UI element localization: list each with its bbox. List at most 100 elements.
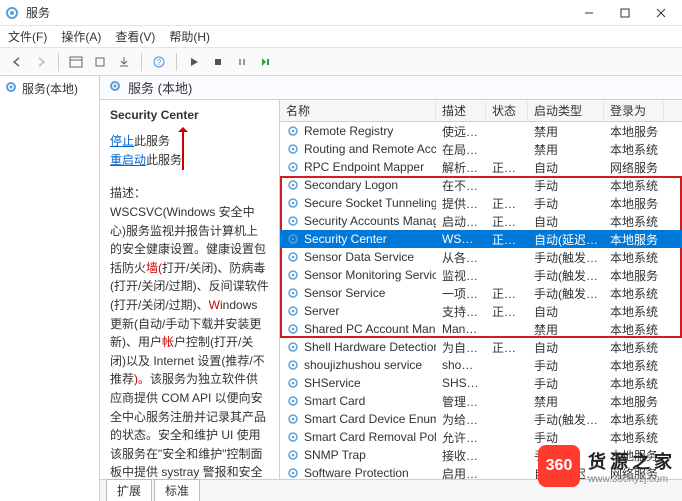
gear-icon: [286, 124, 300, 138]
service-name: SHService: [304, 376, 361, 390]
service-logon: 本地系统: [604, 357, 664, 374]
restart-link[interactable]: 重启动: [110, 153, 146, 167]
properties-button[interactable]: [65, 51, 87, 73]
col-name[interactable]: 名称: [280, 102, 436, 119]
service-desc: 一项…: [436, 285, 486, 302]
table-row[interactable]: Routing and Remote Acc…在局…禁用本地系统: [280, 140, 682, 158]
service-name: Security Center: [304, 232, 387, 246]
svg-text:?: ?: [157, 58, 162, 67]
table-row[interactable]: Sensor Service一项…正在…手动(触发…本地系统: [280, 284, 682, 302]
service-status: 正在…: [486, 339, 528, 356]
list-header: 名称 描述 状态 启动类型 登录为: [280, 100, 682, 122]
table-row[interactable]: Shell Hardware Detection为自…正在…自动本地系统: [280, 338, 682, 356]
gear-icon: [286, 304, 300, 318]
service-desc: 为给…: [436, 411, 486, 428]
table-row[interactable]: SHServiceSHS…手动本地系统: [280, 374, 682, 392]
service-name: Smart Card Device Enum…: [304, 412, 436, 426]
table-row[interactable]: Server支持…正在…自动本地系统: [280, 302, 682, 320]
service-desc: 允许…: [436, 429, 486, 446]
watermark-url: www.360hyzj.com: [588, 474, 676, 485]
pause-button[interactable]: [231, 51, 253, 73]
stop-link[interactable]: 停止: [110, 134, 134, 148]
table-row[interactable]: shoujizhushou serviceshou…手动本地系统: [280, 356, 682, 374]
service-desc: 支持…: [436, 303, 486, 320]
service-desc: 在不…: [436, 177, 486, 194]
service-start: 手动(触发…: [528, 249, 604, 266]
col-start[interactable]: 启动类型: [528, 102, 604, 119]
restart-suffix: 此服务: [146, 153, 182, 167]
service-logon: 本地系统: [604, 411, 664, 428]
service-start: 自动: [528, 303, 604, 320]
col-logon[interactable]: 登录为: [604, 102, 664, 119]
help-button[interactable]: ?: [148, 51, 170, 73]
menu-help[interactable]: 帮助(H): [169, 28, 210, 45]
detail-pane: Security Center 停止此服务 重启动此服务 描述： WSCSVC(…: [100, 100, 280, 479]
stop-button[interactable]: [207, 51, 229, 73]
service-start: 自动(延迟…: [528, 231, 604, 248]
table-row[interactable]: Smart Card管理…禁用本地服务: [280, 392, 682, 410]
gear-icon: [286, 196, 300, 210]
table-row[interactable]: Secondary Logon在不…手动本地系统: [280, 176, 682, 194]
service-logon: 本地服务: [604, 231, 664, 248]
service-name: Shared PC Account Mana…: [304, 322, 436, 336]
service-start: 手动: [528, 357, 604, 374]
table-row[interactable]: Sensor Monitoring Service监视…手动(触发…本地服务: [280, 266, 682, 284]
service-status: 正在…: [486, 231, 528, 248]
service-name: Sensor Service: [304, 286, 385, 300]
export-button[interactable]: [113, 51, 135, 73]
service-start: 自动: [528, 159, 604, 176]
service-name: RPC Endpoint Mapper: [304, 160, 424, 174]
minimize-button[interactable]: [572, 2, 606, 24]
table-row[interactable]: Smart Card Removal Poli…允许…手动本地系统: [280, 428, 682, 446]
gear-icon: [286, 358, 300, 372]
table-row[interactable]: RPC Endpoint Mapper解析…正在…自动网络服务: [280, 158, 682, 176]
gear-icon: [286, 250, 300, 264]
restart-button[interactable]: [255, 51, 277, 73]
gear-icon: [286, 322, 300, 336]
service-start: 禁用: [528, 321, 604, 338]
service-logon: 本地系统: [604, 429, 664, 446]
detail-title: Security Center: [110, 108, 269, 122]
service-logon: 本地系统: [604, 141, 664, 158]
forward-button[interactable]: [30, 51, 52, 73]
service-name: Secure Socket Tunneling …: [304, 196, 436, 210]
service-start: 禁用: [528, 123, 604, 140]
service-list[interactable]: Remote Registry使远…禁用本地服务Routing and Remo…: [280, 122, 682, 479]
tab-extended[interactable]: 扩展: [106, 479, 152, 501]
pane-header: 服务 (本地): [100, 76, 682, 100]
col-desc[interactable]: 描述: [436, 102, 486, 119]
table-row[interactable]: Smart Card Device Enum…为给…手动(触发…本地系统: [280, 410, 682, 428]
gear-icon: [286, 466, 300, 479]
table-row[interactable]: Sensor Data Service从各…手动(触发…本地系统: [280, 248, 682, 266]
menu-view[interactable]: 查看(V): [115, 28, 155, 45]
service-logon: 本地系统: [604, 213, 664, 230]
tree-pane: 服务(本地): [0, 76, 100, 501]
desc-label: 描述：: [110, 186, 146, 200]
service-desc: 接收…: [436, 447, 486, 464]
gear-icon: [108, 79, 122, 96]
table-row[interactable]: Remote Registry使远…禁用本地服务: [280, 122, 682, 140]
service-start: 自动: [528, 213, 604, 230]
maximize-button[interactable]: [608, 2, 642, 24]
service-logon: 本地服务: [604, 123, 664, 140]
watermark-badge: 360: [538, 445, 580, 487]
menu-action[interactable]: 操作(A): [61, 28, 101, 45]
start-button[interactable]: [183, 51, 205, 73]
table-row[interactable]: Secure Socket Tunneling …提供…正在…手动本地服务: [280, 194, 682, 212]
annotation-arrow: [182, 128, 184, 170]
service-status: 正在…: [486, 303, 528, 320]
close-button[interactable]: [644, 2, 678, 24]
service-name: shoujizhushou service: [304, 358, 422, 372]
watermark-title: 货源之家: [588, 448, 676, 474]
tree-root[interactable]: 服务(本地): [0, 76, 99, 101]
table-row[interactable]: Shared PC Account Mana…Man…禁用本地系统: [280, 320, 682, 338]
table-row[interactable]: Security Accounts Manag…启动…正在…自动本地系统: [280, 212, 682, 230]
gear-icon: [286, 448, 300, 462]
toolbar: ?: [0, 48, 682, 76]
refresh-button[interactable]: [89, 51, 111, 73]
menu-file[interactable]: 文件(F): [8, 28, 47, 45]
col-status[interactable]: 状态: [486, 102, 528, 119]
back-button[interactable]: [6, 51, 28, 73]
table-row[interactable]: Security CenterWSC…正在…自动(延迟…本地服务: [280, 230, 682, 248]
tab-standard[interactable]: 标准: [154, 479, 200, 501]
